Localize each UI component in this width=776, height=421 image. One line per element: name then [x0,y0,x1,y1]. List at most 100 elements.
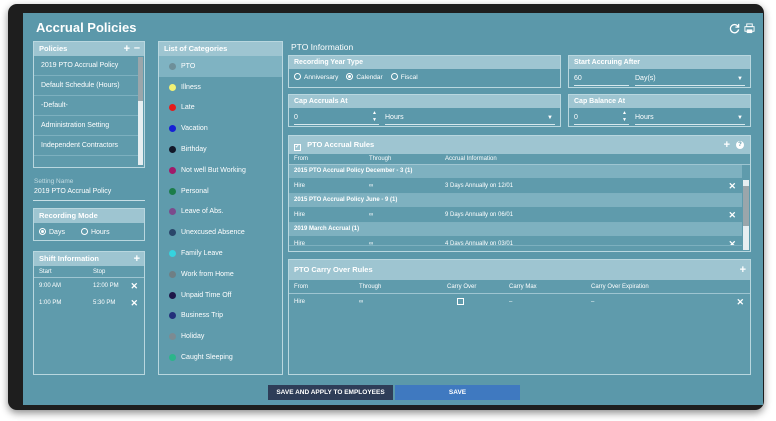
rule-group-header[interactable]: 2019 March Accrual (1) [289,223,742,236]
category-item[interactable]: Leave of Abs. [159,202,282,223]
pto-info-title: PTO Information [291,42,354,52]
add-policy-icon[interactable]: + [124,42,130,56]
delete-shift-icon[interactable]: ✕ [130,278,138,295]
help-icon[interactable]: ? [736,141,744,149]
rule-info: 4 Days Annually on 03/01 [445,241,514,246]
checkbox-icon[interactable]: ✓ [294,144,301,151]
delete-shift-icon[interactable]: ✕ [130,295,138,312]
category-item[interactable]: Birthday [159,139,282,160]
scroll-thumb[interactable] [743,186,749,226]
category-label: Illness [181,83,201,91]
shift-stop[interactable]: 5:30 PM [93,295,115,312]
category-label: Family Leave [181,250,223,258]
recording-mode-panel: Recording Mode Days Hours [33,208,145,241]
radio-icon [294,73,301,80]
stepper-icon[interactable]: ▲ ▼ [622,110,627,124]
rules-scrollbar[interactable] [743,180,749,250]
category-item[interactable]: Vacation [159,118,282,139]
category-item[interactable]: Work from Home [159,264,282,285]
rule-group-header[interactable]: 2015 PTO Accrual Policy December - 3 (1) [289,165,742,178]
rule-group-header[interactable]: 2015 PTO Accrual Policy June - 9 (1) [289,194,742,207]
add-shift-icon[interactable]: + [134,252,140,266]
carry-over-checkbox[interactable] [457,298,464,305]
category-item[interactable]: Holiday [159,326,282,347]
category-label: Personal [181,187,209,195]
accrual-rules-panel: ✓ PTO Accrual Rules + ? From Through Acc… [288,135,751,252]
add-rule-icon[interactable]: + [724,138,730,152]
table-row: Hire ∞ – – ✕ [289,294,750,310]
anniversary-radio[interactable]: Anniversary [294,73,338,81]
cap-balance-label: Cap Balance At [569,95,750,108]
calendar-radio[interactable]: Calendar [346,73,383,81]
policy-item[interactable]: -Default- [34,96,138,116]
category-label: Vacation [181,125,208,133]
policy-item[interactable]: Independent Contractors [34,136,138,156]
start-accruing-box: Start Accruing After 60 Day(s) ▼ [568,55,751,88]
days-radio[interactable]: Days [39,228,65,236]
category-item[interactable]: Family Leave [159,243,282,264]
category-item[interactable]: Unpaid Time Off [159,285,282,306]
cap-balance-input[interactable]: 0 ▲ ▼ [574,110,629,125]
start-accruing-label: Start Accruing After [569,56,750,69]
cap-accruals-value: 0 [294,114,298,121]
delete-rule-icon[interactable]: ✕ [728,236,736,245]
category-label: Late [181,104,195,112]
category-label: Leave of Abs. [181,208,224,216]
carry-over-title: PTO Carry Over Rules [294,265,373,274]
chevron-down-icon: ▼ [547,115,553,121]
category-item[interactable]: Business Trip [159,306,282,327]
cap-accruals-label: Cap Accruals At [289,95,560,108]
category-item[interactable]: Unexcused Absence [159,222,282,243]
save-and-apply-button[interactable]: SAVE AND APPLY TO EMPLOYEES [268,385,393,400]
cap-balance-unit-select[interactable]: Hours ▼ [635,111,745,125]
category-item[interactable]: Not well But Working [159,160,282,181]
delete-rule-icon[interactable]: ✕ [728,178,736,194]
policies-panel: Policies + – 2019 PTO Accrual Policy Def… [33,41,145,168]
policy-item[interactable]: Administration Setting [34,116,138,136]
add-carry-over-icon[interactable]: + [740,263,746,277]
carry-over-header: PTO Carry Over Rules + [289,260,750,280]
shift-start[interactable]: 9:00 AM [34,278,93,295]
policy-item[interactable]: 2019 PTO Accrual Policy [34,56,138,76]
accrual-rules-header: ✓ PTO Accrual Rules + ? [289,136,750,154]
carry-expiration: – [591,299,595,305]
category-item[interactable]: Illness [159,77,282,98]
category-item[interactable]: Personal [159,181,282,202]
shift-stop[interactable]: 12:00 PM [93,278,119,295]
stepper-icon[interactable]: ▲ ▼ [372,110,377,124]
cap-accruals-input[interactable]: 0 ▲ ▼ [294,110,379,125]
delete-rule-icon[interactable]: ✕ [728,207,736,223]
policies-header: Policies + – [34,42,144,56]
category-item[interactable]: Late [159,98,282,119]
cap-accruals-unit-select[interactable]: Hours ▼ [385,111,555,125]
accrual-rules-title: PTO Accrual Rules [307,140,375,149]
hours-label: Hours [90,229,110,236]
save-button[interactable]: SAVE [395,385,520,400]
setting-name-input[interactable]: 2019 PTO Accrual Policy [34,188,111,195]
start-accruing-input[interactable]: 60 [574,72,629,86]
print-icon[interactable] [744,21,755,34]
scroll-thumb[interactable] [138,57,143,101]
category-label: Work from Home [181,270,234,278]
hours-radio[interactable]: Hours [80,228,110,236]
delete-carry-over-icon[interactable]: ✕ [736,294,744,310]
start-accruing-unit-select[interactable]: Day(s) ▼ [635,72,745,86]
chevron-down-icon: ▼ [737,76,743,82]
category-list: PTO Illness Late Vacation Birthday Not well B… [159,56,282,368]
page-title: Accrual Policies [36,20,137,35]
table-row: Hire ∞ 9 Days Annually on 06/01 ✕ [289,207,742,223]
category-color-dot [169,250,176,258]
category-item[interactable]: PTO [159,56,282,77]
refresh-icon[interactable] [729,21,740,34]
category-color-dot [169,104,176,112]
category-item[interactable]: Caught Sleeping [159,347,282,368]
category-color-dot [169,291,176,299]
carry-max: – [509,299,513,305]
shift-info-header: Shift Information + [34,252,144,266]
fiscal-radio[interactable]: Fiscal [390,73,418,81]
shift-start[interactable]: 1:00 PM [34,295,93,312]
category-label: Not well But Working [181,166,246,174]
policies-scrollbar[interactable] [138,57,143,165]
policy-item[interactable]: Default Schedule (Hours) [34,76,138,96]
remove-policy-icon[interactable]: – [134,41,140,55]
